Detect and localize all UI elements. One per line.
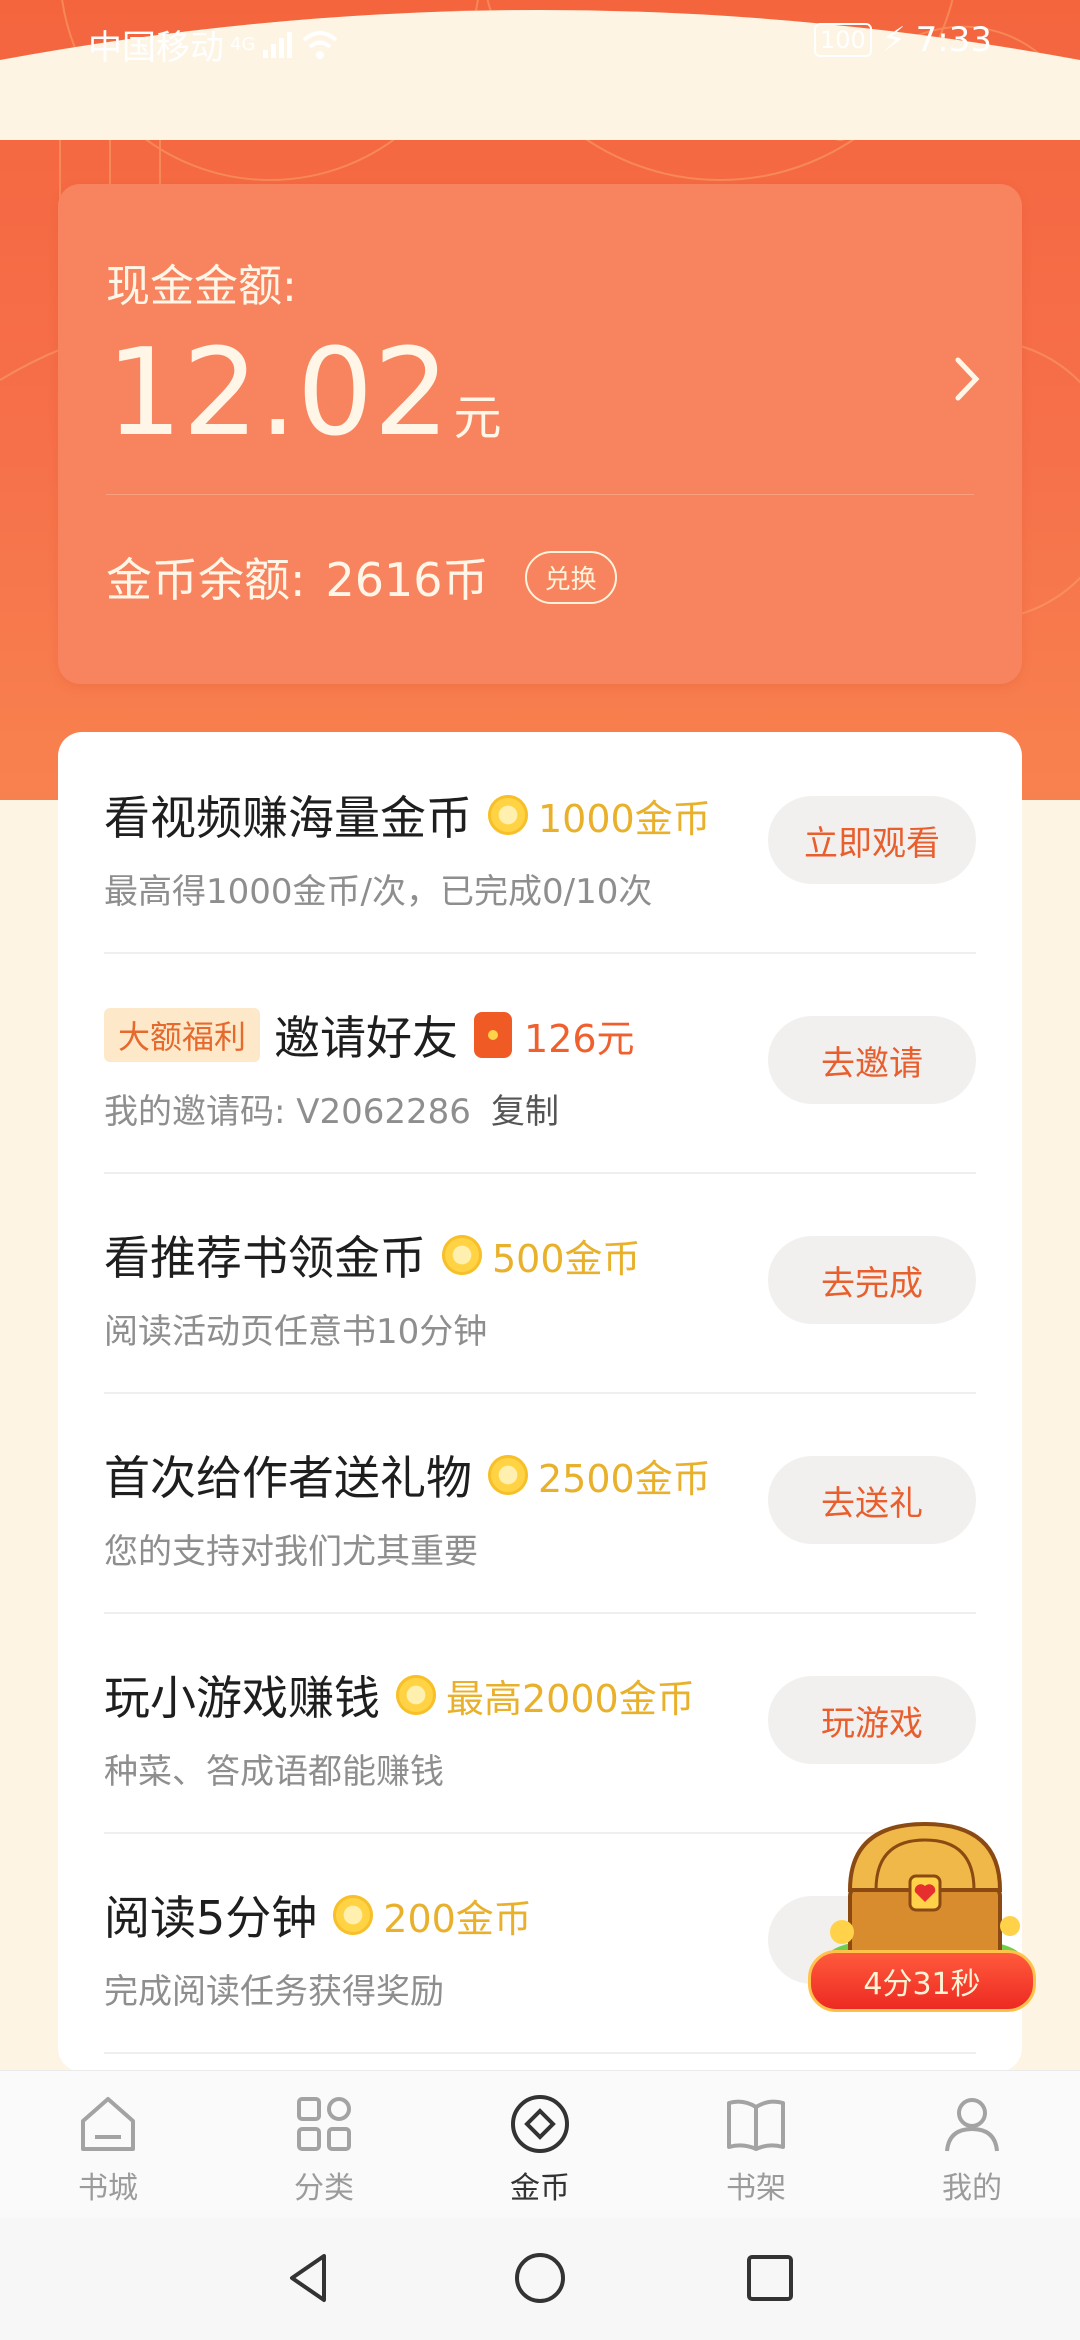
chest-timer[interactable]: 4分31秒 — [808, 1950, 1036, 2012]
task-desc-row: 阅读活动页任意书10分钟 — [104, 1304, 487, 1353]
nav-label: 书城 — [78, 2171, 138, 2206]
task-title-row: 玩小游戏赚钱 最高2000金币 — [104, 1662, 695, 1728]
nav-label: 金币 — [510, 2171, 570, 2206]
complete-button[interactable]: 去完成 — [768, 1236, 976, 1324]
copy-link[interactable]: 复制 — [491, 1084, 559, 1133]
task-desc: 种菜、答成语都能赚钱 — [104, 1752, 444, 1792]
carrier-name: 中国移动 — [88, 28, 224, 68]
coin-icon — [333, 1895, 374, 1935]
status-bar: 中国移动 4G 100 ⚡ 7:33 — [0, 0, 1080, 84]
task-item-invite: 大额福利 邀请好友 126元 我的邀请码: V2062286 复制 去邀请 — [104, 952, 976, 1174]
status-right: 100 ⚡ 7:33 — [813, 20, 992, 60]
task-item-recommended-book: 看推荐书领金币 500金币 阅读活动页任意书10分钟 去完成 — [104, 1172, 976, 1394]
task-reward: 500金币 — [492, 1236, 641, 1281]
task-reward: 126元 — [524, 1016, 635, 1061]
invite-code: 我的邀请码: V2062286 — [104, 1092, 471, 1132]
task-desc-row: 您的支持对我们尤其重要 — [104, 1524, 478, 1573]
watch-now-button[interactable]: 立即观看 — [768, 796, 976, 884]
task-title-row: 阅读5分钟 200金币 — [104, 1882, 532, 1948]
cash-amount-row: 12.02元 — [106, 334, 502, 478]
cash-amount: 12.02 — [106, 324, 450, 463]
nav-label: 分类 — [294, 2171, 354, 2206]
coin-icon — [442, 1235, 482, 1275]
home-icon — [81, 2097, 135, 2151]
task-title-row: 看视频赚海量金币 1000金币 — [104, 782, 711, 848]
coin-balance-row: 金币余额: 2616币 兑换 — [106, 544, 617, 610]
task-title: 玩小游戏赚钱 — [104, 1671, 380, 1725]
coin-balance-value: 2616币 — [325, 553, 489, 607]
task-desc: 完成阅读任务获得奖励 — [104, 1972, 444, 2012]
nav-item-profile[interactable]: 我的 — [864, 2071, 1080, 2219]
exchange-button[interactable]: 兑换 — [524, 550, 617, 604]
cash-card[interactable]: 现金金额: 12.02元 金币余额: 2616币 兑换 — [58, 184, 1022, 684]
nav-label: 书架 — [726, 2171, 786, 2206]
cash-unit: 元 — [453, 390, 502, 446]
task-item-send-gift: 首次给作者送礼物 2500金币 您的支持对我们尤其重要 去送礼 — [104, 1392, 976, 1614]
task-desc: 最高得1000金币/次，已完成0/10次 — [104, 872, 653, 912]
task-reward: 200金币 — [383, 1896, 532, 1941]
task-title: 邀请好友 — [274, 1011, 459, 1065]
play-game-button[interactable]: 玩游戏 — [768, 1676, 976, 1764]
task-title-row: 大额福利 邀请好友 126元 — [104, 1002, 635, 1068]
status-left: 中国移动 4G — [88, 20, 339, 69]
recent-apps-icon[interactable] — [740, 2248, 800, 2308]
wifi-icon — [303, 30, 338, 59]
battery-indicator: 100 — [813, 23, 872, 57]
task-item-mini-game: 玩小游戏赚钱 最高2000金币 种菜、答成语都能赚钱 玩游戏 — [104, 1612, 976, 1834]
clock: 7:33 — [915, 20, 992, 60]
chevron-right-icon[interactable] — [952, 349, 982, 419]
nav-item-category[interactable]: 分类 — [216, 2071, 432, 2219]
task-reward: 1000金币 — [538, 796, 711, 841]
card-divider — [106, 494, 974, 495]
book-icon — [727, 2099, 785, 2151]
home-circle-icon[interactable] — [510, 2248, 570, 2308]
coin-icon — [511, 2095, 569, 2153]
back-icon[interactable] — [280, 2248, 340, 2308]
task-desc-row: 完成阅读任务获得奖励 — [104, 1964, 444, 2013]
nav-label: 我的 — [942, 2171, 1002, 2206]
red-packet-icon — [474, 1012, 513, 1058]
system-nav-bar — [0, 2218, 1080, 2340]
task-desc: 阅读活动页任意书10分钟 — [104, 1312, 488, 1352]
coin-icon — [488, 795, 528, 835]
network-type: 4G — [230, 34, 256, 55]
coin-balance-label: 金币余额: — [106, 553, 306, 607]
charging-icon: ⚡ — [881, 20, 906, 60]
nav-item-bookstore[interactable]: 书城 — [0, 2071, 216, 2219]
coin-icon — [396, 1675, 436, 1715]
task-desc-row: 最高得1000金币/次，已完成0/10次 — [104, 864, 652, 913]
task-reward: 最高2000金币 — [446, 1676, 695, 1721]
task-desc-row: 我的邀请码: V2062286 复制 — [104, 1084, 559, 1133]
task-title: 看推荐书领金币 — [104, 1231, 426, 1285]
bottom-nav: 书城 分类 金币 书架 我的 — [0, 2070, 1080, 2219]
nav-item-bookshelf[interactable]: 书架 — [648, 2071, 864, 2219]
task-desc: 您的支持对我们尤其重要 — [104, 1532, 478, 1572]
cash-label: 现金金额: — [106, 261, 297, 312]
task-item-watch-video: 看视频赚海量金币 1000金币 最高得1000金币/次，已完成0/10次 立即观… — [104, 732, 976, 954]
signal-icon — [263, 31, 293, 58]
task-reward: 2500金币 — [538, 1456, 711, 1501]
coin-icon — [488, 1455, 528, 1495]
nav-item-coins[interactable]: 金币 — [432, 2071, 648, 2219]
send-gift-button[interactable]: 去送礼 — [768, 1456, 976, 1544]
invite-button[interactable]: 去邀请 — [768, 1016, 976, 1104]
grid-icon — [297, 2097, 351, 2151]
task-title-row: 首次给作者送礼物 2500金币 — [104, 1442, 711, 1508]
task-title-row: 看推荐书领金币 500金币 — [104, 1222, 641, 1288]
task-title: 阅读5分钟 — [104, 1891, 318, 1945]
user-icon — [945, 2098, 999, 2152]
task-desc-row: 种菜、答成语都能赚钱 — [104, 1744, 444, 1793]
task-title: 看视频赚海量金币 — [104, 791, 472, 845]
welfare-tag: 大额福利 — [104, 1008, 261, 1062]
task-title: 首次给作者送礼物 — [104, 1451, 472, 1505]
